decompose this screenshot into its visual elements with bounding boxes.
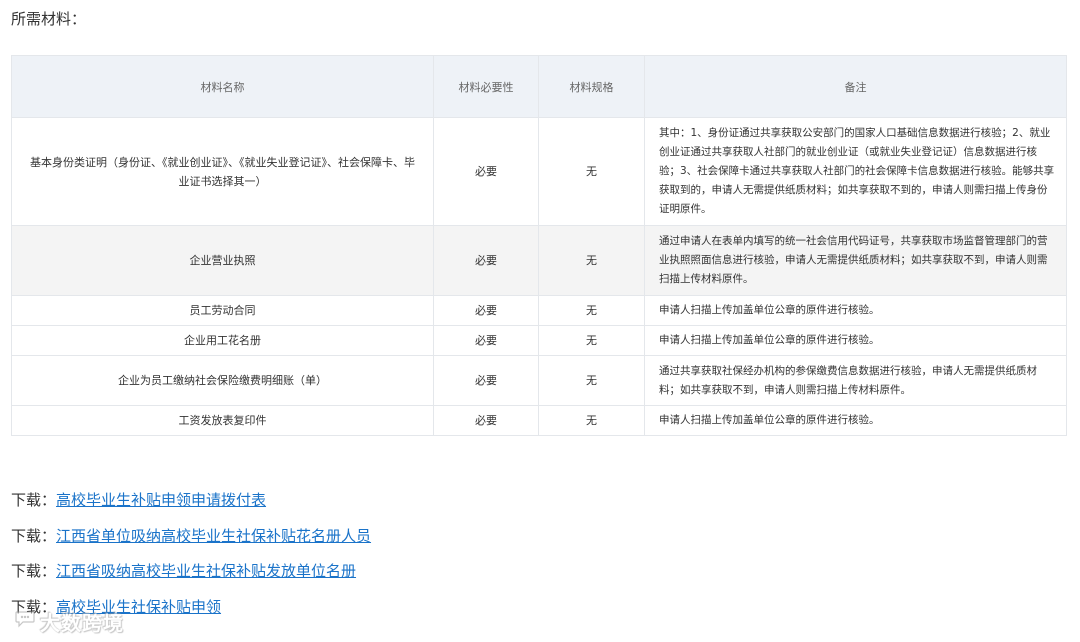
download-link-application-form[interactable]: 高校毕业生补贴申领申请拨付表 <box>56 491 266 509</box>
material-name-cell: 企业用工花名册 <box>11 325 434 356</box>
note-cell: 通过共享获取社保经办机构的参保缴费信息数据进行核验，申请人无需提供纸质材料；如共… <box>644 355 1067 406</box>
watermark: 大数跨境 <box>14 608 124 635</box>
table-row: 基本身份类证明（身份证、《就业创业证》、《就业失业登记证》、社会保障卡、毕业证书… <box>11 117 1067 226</box>
spec-cell: 无 <box>538 225 645 296</box>
note-cell: 申请人扫描上传加盖单位公章的原件进行核验。 <box>644 295 1067 326</box>
table-row: 企业用工花名册 必要 无 申请人扫描上传加盖单位公章的原件进行核验。 <box>11 325 1067 356</box>
spec-cell: 无 <box>538 355 645 406</box>
header-necessity: 材料必要性 <box>433 55 539 118</box>
spec-cell: 无 <box>538 325 645 356</box>
necessity-cell: 必要 <box>433 325 539 356</box>
table-header-row: 材料名称 材料必要性 材料规格 备注 <box>11 55 1067 118</box>
chat-bubble-icon <box>14 609 36 633</box>
header-note: 备注 <box>644 55 1067 118</box>
download-item: 下载：江西省吸纳高校毕业生社保补贴发放单位名册 <box>11 559 371 595</box>
note-cell: 通过申请人在表单内填写的统一社会信用代码证号，共享获取市场监督管理部门的营业执照… <box>644 225 1067 296</box>
table-row: 企业为员工缴纳社会保险缴费明细账（单） 必要 无 通过共享获取社保经办机构的参保… <box>11 355 1067 406</box>
spec-cell: 无 <box>538 295 645 326</box>
necessity-cell: 必要 <box>433 117 539 226</box>
watermark-text: 大数跨境 <box>40 610 124 635</box>
material-name-cell: 员工劳动合同 <box>11 295 434 326</box>
table-row: 员工劳动合同 必要 无 申请人扫描上传加盖单位公章的原件进行核验。 <box>11 295 1067 326</box>
materials-table: 材料名称 材料必要性 材料规格 备注 基本身份类证明（身份证、《就业创业证》、《… <box>11 55 1067 436</box>
download-item: 下载：江西省单位吸纳高校毕业生社保补贴花名册人员 <box>11 524 371 560</box>
note-cell: 申请人扫描上传加盖单位公章的原件进行核验。 <box>644 325 1067 356</box>
necessity-cell: 必要 <box>433 355 539 406</box>
download-prefix: 下载： <box>11 491 57 509</box>
material-name-cell: 企业营业执照 <box>11 225 434 296</box>
necessity-cell: 必要 <box>433 225 539 296</box>
download-link-unit-roster[interactable]: 江西省吸纳高校毕业生社保补贴发放单位名册 <box>56 562 356 580</box>
material-name-cell: 企业为员工缴纳社会保险缴费明细账（单） <box>11 355 434 406</box>
header-material-name: 材料名称 <box>11 55 434 118</box>
spec-cell: 无 <box>538 117 645 226</box>
download-link-personnel-roster[interactable]: 江西省单位吸纳高校毕业生社保补贴花名册人员 <box>56 527 371 545</box>
note-cell: 申请人扫描上传加盖单位公章的原件进行核验。 <box>644 405 1067 436</box>
material-name-cell: 工资发放表复印件 <box>11 405 434 436</box>
necessity-cell: 必要 <box>433 405 539 436</box>
material-name-cell: 基本身份类证明（身份证、《就业创业证》、《就业失业登记证》、社会保障卡、毕业证书… <box>11 117 434 226</box>
download-prefix: 下载： <box>11 562 57 580</box>
download-prefix: 下载： <box>11 526 57 545</box>
spec-cell: 无 <box>538 405 645 436</box>
download-item: 下载：高校毕业生补贴申领申请拨付表 <box>11 488 371 524</box>
header-spec: 材料规格 <box>538 55 645 118</box>
necessity-cell: 必要 <box>433 295 539 326</box>
table-row: 工资发放表复印件 必要 无 申请人扫描上传加盖单位公章的原件进行核验。 <box>11 405 1067 436</box>
note-cell: 其中：1、身份证通过共享获取公安部门的国家人口基础信息数据进行核验；2、就业创业… <box>644 117 1067 226</box>
section-title: 所需材料： <box>11 10 87 28</box>
table-row: 企业营业执照 必要 无 通过申请人在表单内填写的统一社会信用代码证号，共享获取市… <box>11 225 1067 296</box>
